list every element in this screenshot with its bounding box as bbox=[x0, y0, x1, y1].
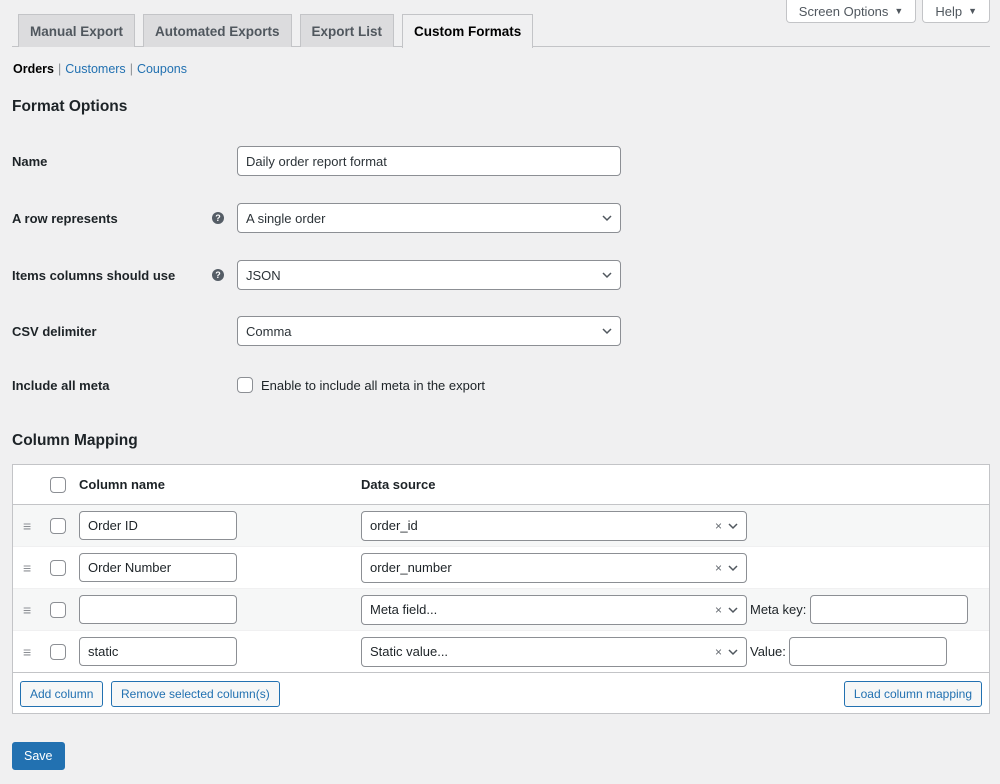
chevron-down-icon bbox=[728, 648, 738, 655]
row-checkbox[interactable] bbox=[50, 559, 66, 576]
csv-delimiter-value: Comma bbox=[246, 323, 292, 339]
items-columns-label: Items columns should use bbox=[12, 267, 176, 283]
column-name-input[interactable]: Order Number bbox=[79, 553, 237, 582]
table-footer: Add column Remove selected column(s) Loa… bbox=[13, 672, 989, 714]
chevron-down-icon bbox=[602, 215, 612, 222]
column-name-input[interactable]: Order ID bbox=[79, 511, 237, 540]
data-source-value: Static value... bbox=[370, 644, 449, 659]
data-source-header: Data source bbox=[361, 477, 436, 492]
column-mapping-heading: Column Mapping bbox=[12, 432, 138, 449]
data-source-select[interactable]: Meta field... × bbox=[361, 594, 747, 625]
include-meta-label: Include all meta bbox=[12, 377, 110, 393]
value-label: Value: bbox=[750, 644, 786, 659]
chevron-down-icon bbox=[728, 564, 738, 571]
chevron-down-icon bbox=[728, 606, 738, 613]
drag-handle-icon[interactable]: ≡ bbox=[23, 561, 31, 575]
load-column-mapping-button[interactable]: Load column mapping bbox=[843, 680, 982, 707]
row-represents-row: A row represents ? A single order bbox=[12, 203, 621, 233]
help-tip-icon[interactable]: ? bbox=[212, 212, 224, 224]
table-row: ≡ Order Number order_number × bbox=[13, 547, 989, 589]
clear-icon[interactable]: × bbox=[715, 519, 722, 533]
include-meta-checkbox[interactable] bbox=[237, 377, 253, 393]
name-row: Name Daily order report format bbox=[12, 146, 621, 176]
tab-export-list[interactable]: Export List bbox=[299, 14, 395, 47]
subnav-separator: | bbox=[58, 62, 62, 76]
subnav-coupons-link[interactable]: Coupons bbox=[137, 62, 187, 76]
csv-delimiter-row: CSV delimiter Comma bbox=[12, 316, 621, 346]
table-row: ≡ Meta field... × Meta key: bbox=[13, 589, 989, 631]
table-row: ≡ static Static value... × Value: bbox=[13, 631, 989, 673]
tab-custom-formats[interactable]: Custom Formats bbox=[402, 14, 534, 48]
subnav: Orders | Customers | Coupons bbox=[13, 62, 187, 76]
data-source-value: Meta field... bbox=[370, 602, 438, 617]
tab-automated-exports[interactable]: Automated Exports bbox=[143, 14, 292, 47]
chevron-down-icon bbox=[602, 272, 612, 279]
subnav-separator: | bbox=[129, 62, 133, 76]
row-checkbox[interactable] bbox=[50, 517, 66, 534]
data-source-value: order_number bbox=[370, 560, 452, 575]
items-columns-row: Items columns should use ? JSON bbox=[12, 260, 621, 290]
clear-icon[interactable]: × bbox=[715, 645, 722, 659]
include-meta-checkbox-label: Enable to include all meta in the export bbox=[261, 377, 486, 393]
clear-icon[interactable]: × bbox=[715, 603, 722, 617]
column-name-header: Column name bbox=[79, 477, 165, 492]
static-value-input[interactable] bbox=[789, 637, 947, 666]
drag-handle-icon[interactable]: ≡ bbox=[23, 603, 31, 617]
select-all-checkbox[interactable] bbox=[50, 476, 66, 493]
subnav-orders[interactable]: Orders bbox=[13, 62, 54, 76]
include-meta-row: Include all meta Enable to include all m… bbox=[12, 377, 485, 393]
items-columns-select[interactable]: JSON bbox=[237, 260, 621, 290]
tab-manual-export[interactable]: Manual Export bbox=[18, 14, 136, 47]
data-source-select[interactable]: order_number × bbox=[361, 552, 747, 583]
name-input[interactable]: Daily order report format bbox=[237, 146, 621, 176]
drag-handle-icon[interactable]: ≡ bbox=[23, 645, 31, 659]
clear-icon[interactable]: × bbox=[715, 561, 722, 575]
name-label: Name bbox=[12, 153, 48, 169]
table-row: ≡ Order ID order_id × bbox=[13, 505, 989, 547]
meta-key-label: Meta key: bbox=[750, 602, 807, 617]
subnav-customers-link[interactable]: Customers bbox=[65, 62, 125, 76]
help-tip-icon[interactable]: ? bbox=[212, 269, 224, 281]
nav-tab-wrapper: Manual Export Automated Exports Export L… bbox=[12, 14, 990, 48]
chevron-down-icon bbox=[728, 522, 738, 529]
add-column-button[interactable]: Add column bbox=[20, 680, 104, 707]
format-options-heading: Format Options bbox=[12, 98, 128, 115]
column-name-input[interactable] bbox=[79, 595, 237, 624]
row-represents-value: A single order bbox=[246, 210, 326, 226]
csv-delimiter-label: CSV delimiter bbox=[12, 323, 97, 339]
row-represents-select[interactable]: A single order bbox=[237, 203, 621, 233]
save-button[interactable]: Save bbox=[12, 742, 65, 770]
table-header: Column name Data source bbox=[13, 465, 989, 505]
csv-delimiter-select[interactable]: Comma bbox=[237, 316, 621, 346]
column-name-input[interactable]: static bbox=[79, 637, 237, 666]
data-source-select[interactable]: Static value... × bbox=[361, 636, 747, 667]
meta-key-input[interactable] bbox=[810, 595, 968, 624]
items-columns-value: JSON bbox=[246, 267, 281, 283]
remove-selected-columns-button[interactable]: Remove selected column(s) bbox=[111, 680, 280, 707]
row-represents-label: A row represents bbox=[12, 210, 118, 226]
row-checkbox[interactable] bbox=[50, 601, 66, 618]
include-meta-option[interactable]: Enable to include all meta in the export bbox=[237, 377, 485, 393]
data-source-select[interactable]: order_id × bbox=[361, 510, 747, 541]
column-mapping-table: Column name Data source ≡ Order ID order… bbox=[12, 464, 990, 714]
chevron-down-icon bbox=[602, 328, 612, 335]
row-checkbox[interactable] bbox=[50, 643, 66, 660]
data-source-value: order_id bbox=[370, 518, 418, 533]
drag-handle-icon[interactable]: ≡ bbox=[23, 519, 31, 533]
